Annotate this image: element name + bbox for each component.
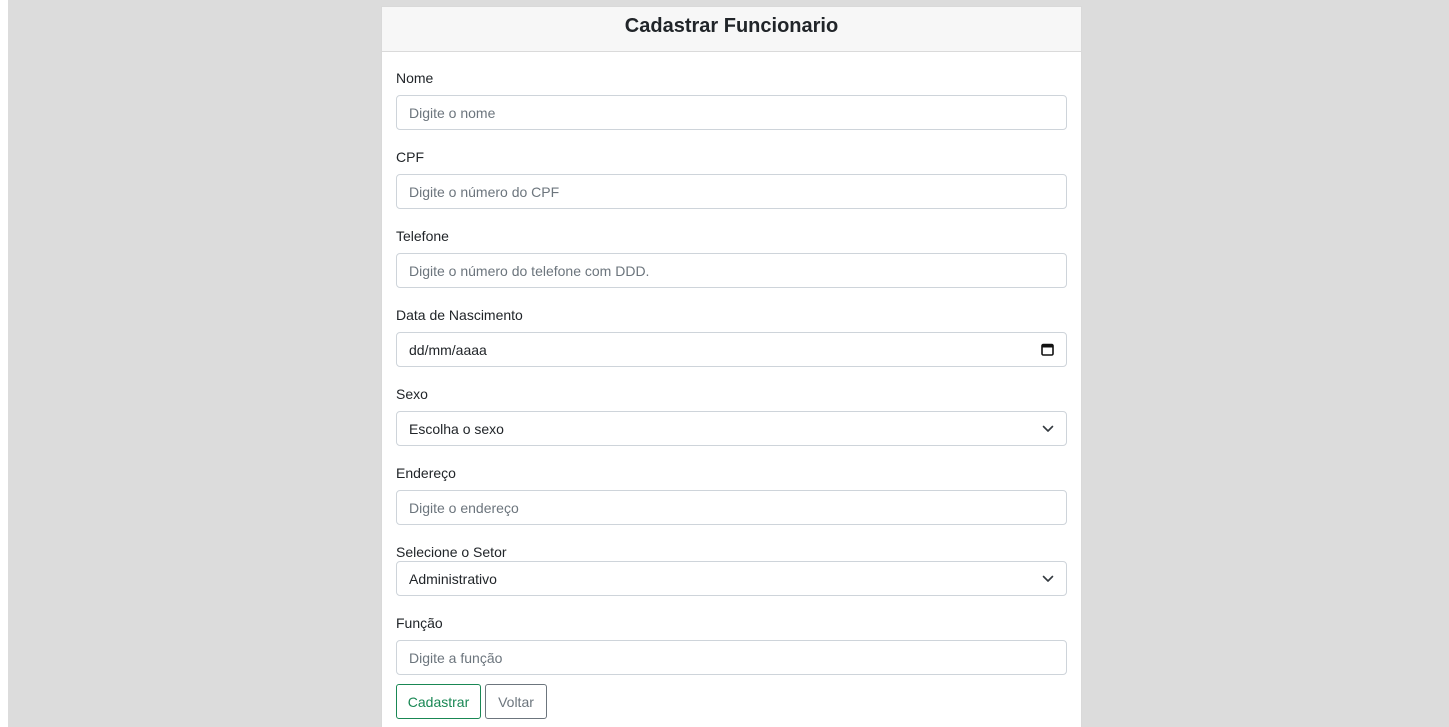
cpf-label: CPF [396, 149, 424, 165]
sexo-select[interactable]: Escolha o sexo [396, 411, 1067, 446]
sexo-selected-value: Escolha o sexo [409, 420, 504, 437]
telefone-label: Telefone [396, 228, 449, 244]
funcao-label: Função [396, 615, 443, 631]
endereco-input[interactable] [396, 490, 1067, 525]
setor-selected-value: Administrativo [409, 570, 497, 587]
chevron-down-icon [1042, 575, 1054, 583]
chevron-down-icon [1042, 425, 1054, 433]
cpf-input[interactable] [396, 174, 1067, 209]
funcao-input[interactable] [396, 640, 1067, 675]
sexo-label: Sexo [396, 386, 428, 402]
nascimento-label: Data de Nascimento [396, 307, 523, 323]
nome-label: Nome [396, 70, 434, 86]
nascimento-date-input[interactable]: dd/mm/aaaa [396, 332, 1067, 367]
calendar-icon[interactable] [1041, 343, 1054, 356]
nascimento-date-value: dd/mm/aaaa [409, 341, 487, 358]
endereco-label: Endereço [396, 465, 456, 481]
page-title: Cadastrar Funcionario [624, 14, 839, 37]
telefone-input[interactable] [396, 253, 1067, 288]
setor-label: Selecione o Setor [396, 544, 507, 560]
nome-input[interactable] [396, 95, 1067, 130]
card-header: Cadastrar Funcionario [382, 7, 1081, 52]
setor-select[interactable]: Administrativo [396, 561, 1067, 596]
cadastrar-button[interactable]: Cadastrar [396, 684, 481, 719]
voltar-button[interactable]: Voltar [485, 684, 547, 719]
